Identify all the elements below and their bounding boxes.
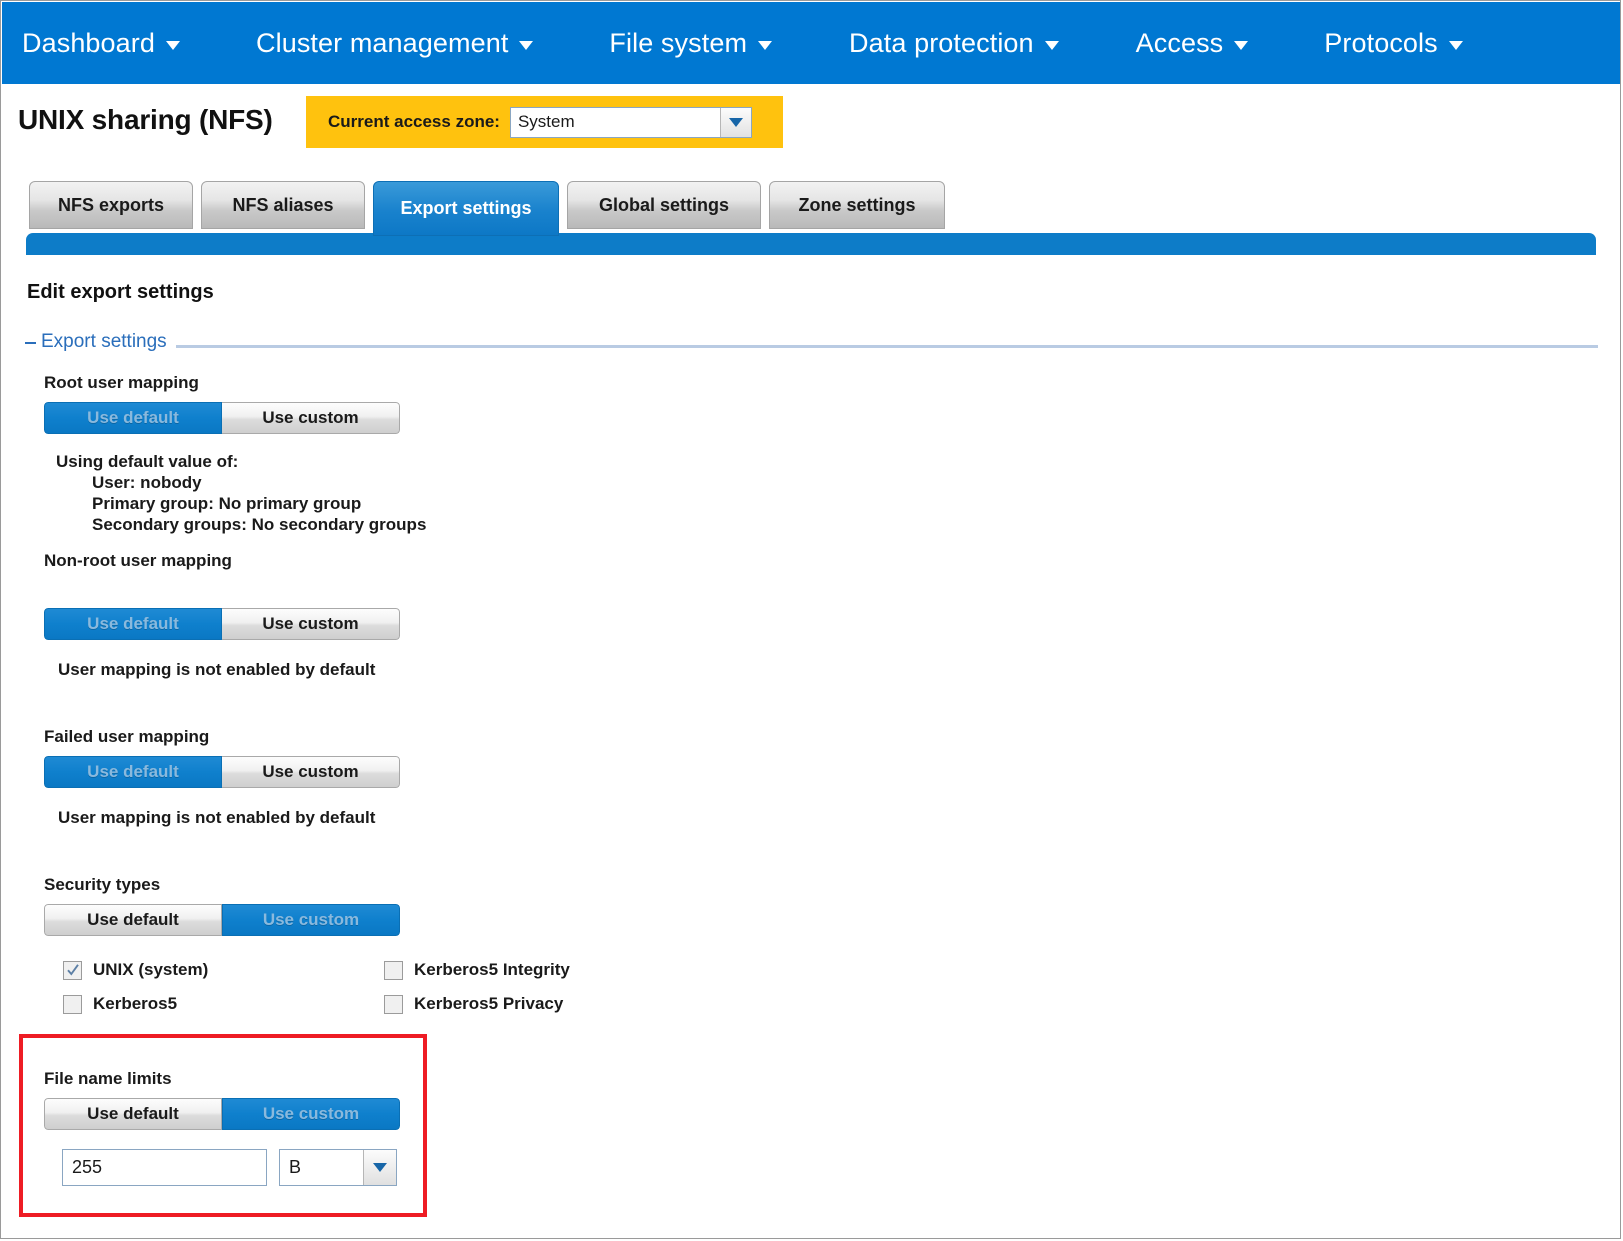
file-name-limit-unit-select[interactable]: B: [279, 1149, 397, 1186]
main-navigation-bar: Dashboard Cluster management File system…: [2, 2, 1620, 84]
chevron-down-icon[interactable]: [719, 107, 751, 137]
tab-nfs-aliases[interactable]: NFS aliases: [201, 181, 365, 229]
security-types-toggle: Use default Use custom: [44, 904, 400, 936]
checkbox-box: [63, 994, 82, 1014]
checkmark-icon: [66, 964, 79, 976]
access-zone-select[interactable]: System: [509, 106, 752, 138]
input-value: 255: [72, 1157, 103, 1177]
security-types-use-custom-button[interactable]: Use custom: [222, 904, 400, 936]
fieldset-legend-export-settings[interactable]: Export settings: [25, 331, 176, 353]
checkbox-box: [63, 960, 82, 980]
fieldset-legend-label: Export settings: [41, 331, 167, 352]
helper-line: Using default value of:: [56, 452, 239, 471]
tab-zone-settings[interactable]: Zone settings: [769, 181, 945, 229]
checkbox-label: Kerberos5 Integrity: [414, 960, 570, 979]
checkbox-kerberos5[interactable]: Kerberos5: [63, 994, 177, 1014]
root-user-mapping-helper: Using default value of: User: nobody Pri…: [56, 451, 426, 535]
failed-user-mapping-use-default-button[interactable]: Use default: [44, 756, 222, 788]
page-title: UNIX sharing (NFS): [18, 104, 273, 135]
non-root-user-mapping-label: Non-root user mapping: [44, 551, 232, 570]
non-root-user-mapping-use-custom-button[interactable]: Use custom: [222, 608, 400, 640]
root-user-mapping-use-default-button[interactable]: Use default: [44, 402, 222, 434]
tab-label: Zone settings: [798, 194, 916, 215]
tab-label: NFS exports: [57, 194, 165, 215]
nav-item-label: Protocols: [1324, 27, 1438, 58]
nav-item-label: Cluster management: [256, 27, 509, 58]
chevron-down-icon: [519, 40, 534, 50]
tab-export-settings[interactable]: Export settings: [373, 181, 559, 236]
nav-item-data-protection[interactable]: Data protection: [849, 27, 1059, 58]
nav-item-dashboard[interactable]: Dashboard: [22, 27, 180, 58]
checkbox-kerberos5-privacy[interactable]: Kerberos5 Privacy: [384, 994, 563, 1014]
access-zone-bar: Current access zone: System: [306, 96, 783, 148]
checkbox-label: UNIX (system): [93, 960, 209, 979]
failed-user-mapping-helper: User mapping is not enabled by default: [58, 808, 376, 827]
nav-item-cluster-management[interactable]: Cluster management: [256, 27, 534, 58]
chevron-down-icon: [166, 40, 180, 50]
access-zone-value: System: [517, 112, 575, 131]
file-name-limits-use-default-button[interactable]: Use default: [44, 1098, 222, 1130]
nav-item-label: Dashboard: [22, 27, 155, 58]
select-value: B: [289, 1157, 302, 1177]
root-user-mapping-label: Root user mapping: [44, 373, 199, 392]
tab-label: NFS aliases: [232, 194, 334, 215]
file-name-limits-use-custom-button[interactable]: Use custom: [222, 1098, 400, 1130]
non-root-user-mapping-toggle: Use default Use custom: [44, 608, 400, 640]
tab-label: Export settings: [400, 198, 532, 218]
non-root-user-mapping-use-default-button[interactable]: Use default: [44, 608, 222, 640]
nav-item-label: Access: [1135, 27, 1224, 58]
helper-line: Secondary groups: No secondary groups: [92, 515, 427, 534]
checkbox-label: Kerberos5 Privacy: [414, 994, 564, 1013]
failed-user-mapping-toggle: Use default Use custom: [44, 756, 400, 788]
root-user-mapping-use-custom-button[interactable]: Use custom: [222, 402, 400, 434]
security-types-use-default-button[interactable]: Use default: [44, 904, 222, 936]
tab-nfs-exports[interactable]: NFS exports: [29, 181, 193, 229]
helper-line: Primary group: No primary group: [92, 494, 362, 513]
chevron-down-icon: [1234, 40, 1249, 50]
nav-item-protocols[interactable]: Protocols: [1324, 27, 1463, 58]
non-root-user-mapping-helper: User mapping is not enabled by default: [58, 660, 376, 679]
checkbox-box: [384, 994, 403, 1014]
tab-global-settings[interactable]: Global settings: [567, 181, 761, 229]
export-settings-fieldset: Export settings: [25, 331, 1598, 359]
nav-item-file-system[interactable]: File system: [609, 27, 773, 58]
chevron-down-icon: [758, 40, 773, 50]
checkbox-unix-system[interactable]: UNIX (system): [63, 960, 208, 980]
chevron-down-icon: [1044, 40, 1059, 50]
file-name-limit-value-input[interactable]: 255: [62, 1149, 267, 1186]
checkbox-label: Kerberos5: [93, 994, 178, 1013]
file-name-limits-toggle: Use default Use custom: [44, 1098, 400, 1130]
failed-user-mapping-label: Failed user mapping: [44, 727, 210, 746]
nav-item-label: Data protection: [849, 27, 1034, 58]
tab-bar-strip: [26, 233, 1596, 255]
helper-line: User: nobody: [92, 473, 202, 492]
security-types-label: Security types: [44, 875, 161, 894]
access-zone-label: Current access zone:: [328, 112, 500, 131]
page-header: UNIX sharing (NFS) Current access zone: …: [1, 96, 1620, 156]
collapse-minus-icon: [25, 342, 36, 344]
chevron-down-icon: [1448, 40, 1463, 50]
checkbox-kerberos5-integrity[interactable]: Kerberos5 Integrity: [384, 960, 570, 980]
application-window: Dashboard Cluster management File system…: [0, 0, 1621, 1239]
nav-item-access[interactable]: Access: [1135, 27, 1249, 58]
tab-label: Global settings: [598, 194, 730, 215]
root-user-mapping-toggle: Use default Use custom: [44, 402, 400, 434]
nav-item-label: File system: [609, 27, 748, 58]
failed-user-mapping-use-custom-button[interactable]: Use custom: [222, 756, 400, 788]
chevron-down-icon[interactable]: [363, 1150, 396, 1185]
checkbox-box: [384, 960, 403, 980]
page-section-heading: Edit export settings: [27, 281, 214, 303]
file-name-limits-label: File name limits: [44, 1069, 172, 1088]
fieldset-divider: [25, 345, 1598, 348]
